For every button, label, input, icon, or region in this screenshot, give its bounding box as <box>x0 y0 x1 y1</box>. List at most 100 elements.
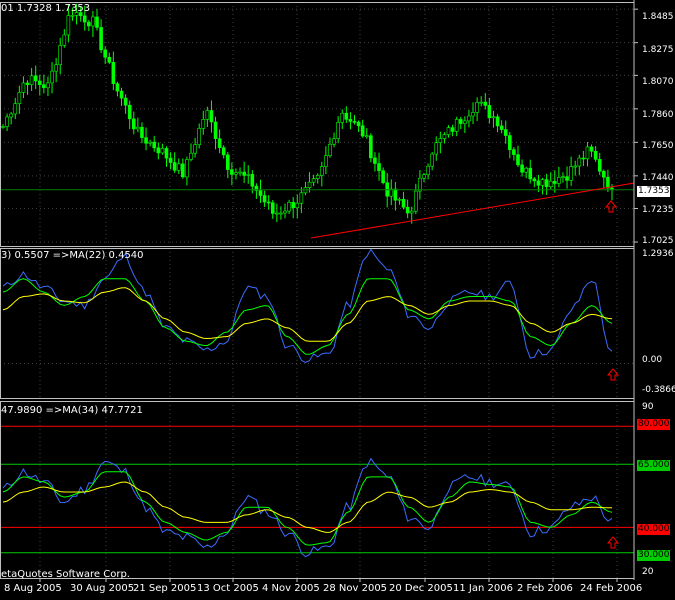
candle-body <box>131 118 136 130</box>
price-tick: 1.7025 <box>642 236 674 246</box>
candle-body <box>369 135 373 159</box>
candle-body <box>107 56 112 63</box>
candle-body <box>508 135 512 150</box>
level-tag: 30.0000 <box>637 550 675 561</box>
candle-body <box>503 129 508 136</box>
osc1-tick: -0.3866 <box>642 385 675 395</box>
candle-body <box>17 92 22 104</box>
candle-body <box>320 166 324 176</box>
panel-frame <box>0 401 635 579</box>
candle-body <box>13 103 18 115</box>
osc2-tick: 20 <box>642 567 654 577</box>
candle-body <box>585 146 590 160</box>
candle-body <box>230 169 234 175</box>
x-axis-label: 13 Oct 2005 <box>197 583 259 594</box>
candle-body <box>299 192 304 204</box>
candle-body <box>422 174 426 179</box>
candle-body <box>499 125 504 130</box>
candle-body <box>328 143 332 156</box>
candle-body <box>238 171 242 174</box>
candle-body <box>258 190 263 196</box>
up-arrow-icon <box>606 368 620 381</box>
candle-body <box>340 112 345 123</box>
candle-body <box>246 174 251 176</box>
candle-body <box>29 75 34 85</box>
candle-body <box>544 179 549 187</box>
candle-body <box>185 159 189 178</box>
candle-body <box>209 110 214 123</box>
x-axis-label: 28 Nov 2005 <box>323 583 388 594</box>
candle-body <box>168 157 173 163</box>
up-arrow-icon <box>606 536 620 549</box>
oscillator-line <box>2 471 613 546</box>
candle-body <box>148 141 152 144</box>
candle-body <box>242 171 246 176</box>
candle-body <box>446 127 451 135</box>
candle-body <box>405 206 410 214</box>
candle-body <box>360 125 365 137</box>
osc1-tick: 0.00 <box>642 355 663 365</box>
trend-line <box>310 182 635 239</box>
candle-body <box>250 174 255 187</box>
candle-body <box>275 212 279 215</box>
candle-body <box>454 119 459 132</box>
x-axis-label: 2 Feb 2006 <box>517 583 573 594</box>
price-tick: 1.7235 <box>642 205 674 215</box>
candle-body <box>87 21 91 27</box>
candle-body <box>189 152 193 160</box>
price-tick: 1.8070 <box>642 77 674 87</box>
candle-body <box>463 120 467 124</box>
osc2-tick: 90 <box>642 402 654 412</box>
candle-body <box>156 147 161 154</box>
candle-body <box>516 154 520 166</box>
candle-body <box>66 15 71 36</box>
candle-body <box>54 64 58 72</box>
candle-body <box>303 187 308 194</box>
x-axis-label: 30 Aug 2005 <box>70 583 135 594</box>
osc1-tick: 1.2936 <box>642 249 674 259</box>
level-tag: 40.0000 <box>637 524 675 535</box>
price-tick: 1.7440 <box>642 173 674 183</box>
current-price-tag: 1.7353 <box>637 186 670 197</box>
oscillator2-lines <box>0 425 634 558</box>
candle-body <box>414 190 418 212</box>
candle-body <box>315 175 320 179</box>
price-tick: 1.8275 <box>642 45 674 55</box>
candle-body <box>377 163 381 172</box>
price-panel-header: 01 1.7328 1.7353 <box>1 3 91 14</box>
candle-body <box>552 180 557 184</box>
candle-body <box>438 138 443 143</box>
candle-body <box>221 147 226 156</box>
price-tick: 1.8485 <box>642 12 674 22</box>
candle-body <box>426 165 430 176</box>
candle-body <box>123 97 128 106</box>
candle-body <box>532 178 537 182</box>
candle-body <box>548 180 553 187</box>
candle-body <box>262 195 267 203</box>
candle-body <box>115 83 120 92</box>
candle-body <box>266 201 271 204</box>
candle-body <box>9 113 13 118</box>
candle-body <box>569 166 573 181</box>
candle-body <box>565 176 569 181</box>
candle-body <box>467 115 471 122</box>
level-tag: 80.0000 <box>637 419 675 430</box>
candle-body <box>324 155 328 167</box>
candle-body <box>291 201 295 209</box>
oscillator-line <box>2 248 613 363</box>
candle-body <box>103 49 107 58</box>
candle-body <box>418 177 422 192</box>
candle-body <box>540 179 545 186</box>
candle-body <box>344 112 349 120</box>
copyright-text: etaQuotes Software Corp. <box>1 569 130 580</box>
candle-body <box>164 148 169 159</box>
candle-body <box>37 80 42 86</box>
candle-body <box>111 61 116 84</box>
candle-body <box>193 144 197 154</box>
chart-canvas[interactable] <box>0 0 675 600</box>
candle-body <box>524 167 528 173</box>
x-axis-label: 24 Feb 2006 <box>580 583 643 594</box>
candle-body <box>557 177 561 184</box>
candle-body <box>197 128 201 145</box>
candle-body <box>58 45 63 65</box>
